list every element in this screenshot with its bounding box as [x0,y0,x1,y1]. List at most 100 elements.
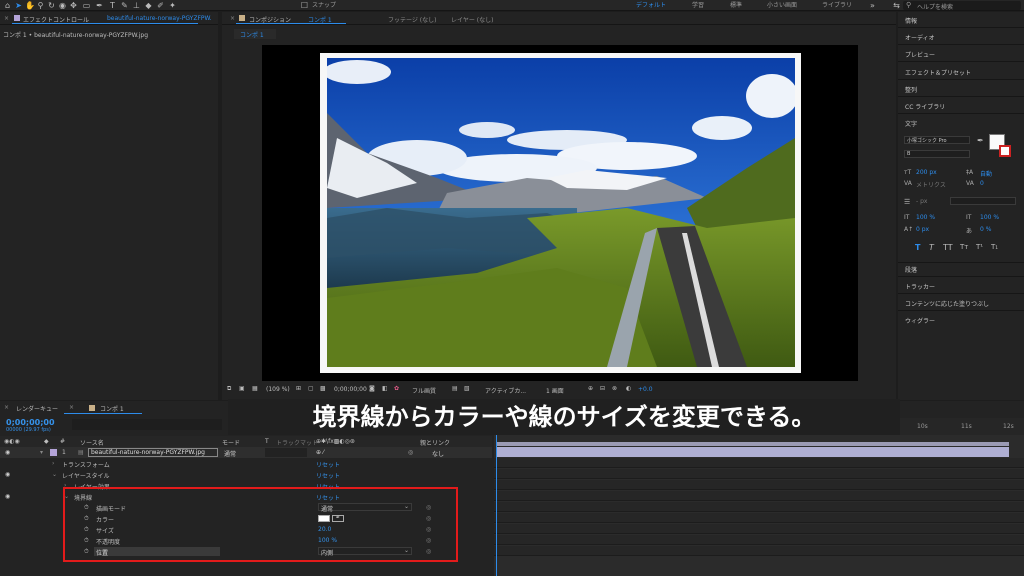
comp-subtab[interactable]: コンポ 1 [234,29,276,39]
trackmatte-header[interactable]: トラックマット [276,438,318,447]
help-search-box[interactable]: ⚲ ヘルプを検索 [903,1,1021,11]
camera-dropdown[interactable]: アクティブカ... [485,386,526,395]
workspace-standard[interactable]: 標準 [730,1,742,10]
close-icon[interactable]: × [4,15,9,22]
sync-icon[interactable]: ⇆ [892,1,901,10]
magnification-dropdown[interactable]: (109 %) [266,386,290,393]
align-panel-tab[interactable]: 整列 [905,85,917,94]
parent-dropdown[interactable]: なし [432,449,444,458]
audio-panel-tab[interactable]: オーディオ [905,33,935,42]
clone-tool-icon[interactable]: ⊥ [132,1,141,10]
layer-label-color[interactable] [50,449,57,456]
faux-italic-icon[interactable]: T [929,243,934,252]
rotate-tool-icon[interactable]: ↻ [47,1,56,10]
rectangle-tool-icon[interactable]: ▭ [82,1,91,10]
stroke-eye-icon[interactable]: ◉ [5,493,10,500]
timeline-timecode[interactable]: 0;00;00;00 [6,418,55,427]
snap-checkbox-icon[interactable]: ☐ [300,1,309,10]
fast-previews-icon[interactable]: ⊕ [588,385,593,392]
camera-tool-icon[interactable]: ◉ [58,1,67,10]
video-eye-icon[interactable]: ◉ [5,449,10,456]
playhead[interactable] [496,435,497,576]
preview-panel-tab[interactable]: プレビュー [905,50,935,59]
timeline-comp-tab[interactable]: コンポ 1 [100,404,124,413]
region-icon[interactable]: ▢ [308,385,314,392]
viewer-timecode[interactable]: 0;00;00;00 [334,386,367,393]
tracking-value[interactable]: 0 [980,180,984,187]
leading-value[interactable]: 自動 [980,169,992,178]
pickwhip-icon[interactable]: ◎ [408,449,413,456]
roto-tool-icon[interactable]: ✐ [156,1,165,10]
all-caps-icon[interactable]: TT [943,243,953,252]
effect-controls-file[interactable]: beautiful-nature-norway-PGYZFPW. [107,15,212,22]
subscript-icon[interactable]: T₁ [991,243,998,251]
eraser-tool-icon[interactable]: ◆ [144,1,153,10]
mode-header[interactable]: モード [222,438,240,447]
type-tool-icon[interactable]: T [108,1,117,10]
close-comp-icon[interactable]: × [230,15,235,22]
workspace-small-screen[interactable]: 小さい画面 [767,1,797,10]
quality-dropdown[interactable]: フル画質 [412,386,436,395]
parent-link-header[interactable]: 親とリンク [420,438,450,447]
puppet-tool-icon[interactable]: ✦ [168,1,177,10]
layer-style-row[interactable]: ◉ ⌄ レイヤースタイル リセット [0,469,492,480]
toggle-mask-icon[interactable]: ▤ [452,385,458,392]
pen-tool-icon[interactable]: ✒ [95,1,104,10]
font-style-dropdown[interactable]: B [904,150,970,158]
zoom-tool-icon[interactable]: ⚲ [36,1,45,10]
layer-style-expand-icon[interactable]: ⌄ [52,471,57,478]
wiggler-panel-tab[interactable]: ウィグラー [905,316,935,325]
close-render-icon[interactable]: × [4,404,9,411]
tsume-value[interactable]: 0 % [980,226,991,233]
resolution-icon[interactable]: ⊞ [296,385,301,392]
stroke-type-dropdown[interactable] [950,197,1016,205]
more-workspaces-icon[interactable]: » [868,1,877,10]
t-header[interactable]: T [265,438,269,445]
workspace-libraries[interactable]: ライブラリ [822,1,852,10]
layer-switches-icon[interactable]: ⊕ ⁄ [316,449,324,456]
grid-icon[interactable]: ▦ [252,385,258,392]
snapshot-icon[interactable]: ◙ [369,385,375,392]
horizontal-scale-value[interactable]: 100 % [980,214,999,221]
paragraph-panel-tab[interactable]: 段落 [905,265,917,274]
transparency-icon[interactable]: ▧ [464,385,470,392]
exposure-value[interactable]: +0.0 [638,386,653,393]
transform-expand-icon[interactable]: › [52,460,54,467]
info-panel-tab[interactable]: 情報 [905,16,917,25]
layer-duration-bar[interactable] [496,447,1009,457]
font-size-value[interactable]: 200 px [916,169,937,176]
layer-expand-icon[interactable]: ▾ [40,449,43,456]
small-caps-icon[interactable]: Tт [960,243,968,251]
timeline-toggle-icon[interactable]: ⊟ [600,385,605,392]
close-timeline-icon[interactable]: × [69,404,74,411]
views-dropdown[interactable]: 1 画面 [546,386,564,395]
transform-reset[interactable]: リセット [316,460,340,469]
stroke-color-swatch[interactable] [999,145,1011,157]
source-name-header[interactable]: ソース名 [80,438,104,447]
cc-libraries-panel-tab[interactable]: CC ライブラリ [905,102,945,111]
layer-style-reset[interactable]: リセット [316,471,340,480]
pan-behind-tool-icon[interactable]: ✥ [69,1,78,10]
trackmatte-dropdown[interactable] [265,448,307,457]
faux-bold-icon[interactable]: T [915,243,920,252]
workspace-learn[interactable]: 学習 [692,1,704,10]
transparency-grid-icon[interactable]: ▩ [320,385,326,392]
content-aware-fill-panel-tab[interactable]: コンテンツに応じた塗りつぶし [905,299,989,308]
layer-style-eye-icon[interactable]: ◉ [5,471,10,478]
layer-tab[interactable]: レイヤー (なし) [451,15,493,24]
exposure-icon[interactable]: ◐ [626,385,631,392]
timeline-tracks[interactable]: 03s 10s 11s 12s [494,418,1024,576]
baseline-shift-value[interactable]: 0 px [916,226,929,233]
work-area-bar[interactable] [497,442,1009,446]
layer-name-field[interactable]: beautiful-nature-norway-PGYZFPW.jpg [88,448,218,457]
channel-icon[interactable]: ✿ [394,385,399,392]
superscript-icon[interactable]: T¹ [976,243,983,251]
home-icon[interactable]: ⌂ [3,1,12,10]
show-snapshot-icon[interactable]: ◧ [382,385,388,392]
render-queue-tab[interactable]: レンダーキュー [16,404,58,413]
tracker-panel-tab[interactable]: トラッカー [905,282,935,291]
transform-row[interactable]: › トランスフォーム リセット [0,458,492,469]
effects-presets-panel-tab[interactable]: エフェクト＆プリセット [905,68,971,77]
brush-tool-icon[interactable]: ✎ [120,1,129,10]
layer-row[interactable]: ◉ ▾ 1 ▤ beautiful-nature-norway-PGYZFPW.… [0,447,492,458]
